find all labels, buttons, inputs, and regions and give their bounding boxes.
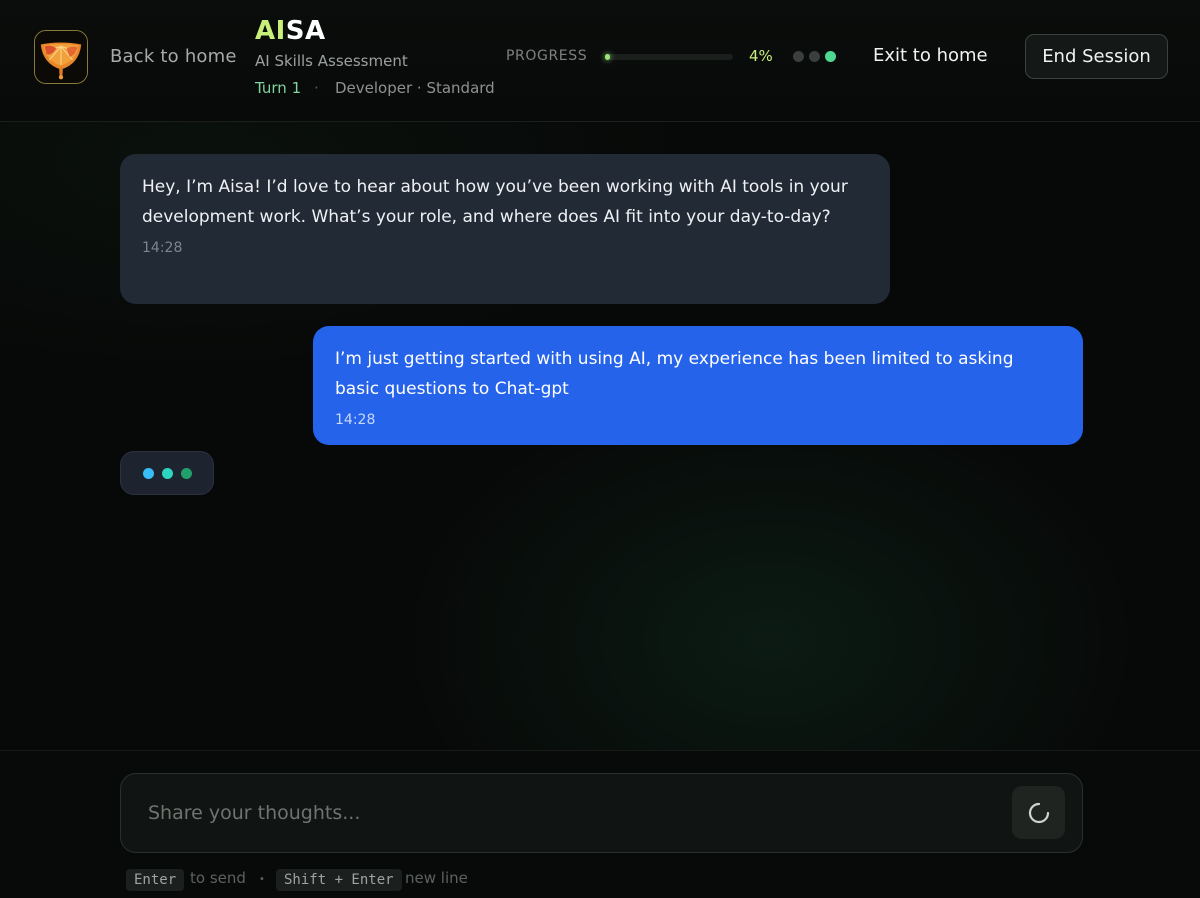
- brand-title: AISA: [255, 16, 326, 46]
- typing-dot: [180, 467, 192, 479]
- message-timestamp: 14:28: [142, 240, 183, 256]
- stage-indicator: [793, 51, 836, 62]
- progress-label: PROGRESS: [506, 48, 588, 64]
- progress-percent: 4%: [749, 47, 773, 65]
- meta-separator: ·: [314, 79, 319, 97]
- exit-to-home-link[interactable]: Exit to home: [873, 45, 988, 66]
- message-text: I’m just getting started with using AI, …: [335, 349, 1014, 399]
- progress-bar: [605, 54, 733, 60]
- app-logo[interactable]: [34, 30, 88, 84]
- message-text: Hey, I’m Aisa! I’d love to hear about ho…: [142, 177, 848, 227]
- end-session-button[interactable]: End Session: [1025, 34, 1168, 79]
- top-bar: Back to home AISA AI Skills Assessment T…: [0, 0, 1200, 122]
- stage-dot: [825, 51, 836, 62]
- typing-indicator: [120, 451, 214, 495]
- citrus-slice-logo-icon: [35, 31, 87, 83]
- turn-indicator: Turn 1: [255, 79, 302, 97]
- send-button[interactable]: [1012, 786, 1065, 839]
- send-hint-text: to send: [190, 869, 246, 887]
- loading-spinner-icon: [1028, 802, 1049, 823]
- user-message: I’m just getting started with using AI, …: [313, 326, 1083, 445]
- progress-bar-fill: [605, 54, 611, 60]
- typing-dot: [142, 467, 154, 479]
- session-meta: Developer · Standard: [335, 79, 495, 97]
- brand-ai: AI: [255, 16, 286, 46]
- assistant-message: Hey, I’m Aisa! I’d love to hear about ho…: [120, 154, 890, 304]
- shift-enter-key-hint: Shift + Enter: [276, 869, 402, 891]
- brand-sa: SA: [285, 16, 326, 46]
- enter-key-hint: Enter: [126, 869, 185, 891]
- message-timestamp: 14:28: [335, 412, 376, 428]
- stage-dot: [793, 51, 804, 62]
- message-input[interactable]: [148, 798, 988, 828]
- brand-subtitle: AI Skills Assessment: [255, 52, 408, 70]
- newline-hint-text: new line: [405, 869, 468, 887]
- stage-dot: [809, 51, 820, 62]
- back-to-home-link[interactable]: Back to home: [110, 46, 237, 67]
- typing-dot: [161, 467, 173, 479]
- hint-bullet: •: [259, 874, 265, 885]
